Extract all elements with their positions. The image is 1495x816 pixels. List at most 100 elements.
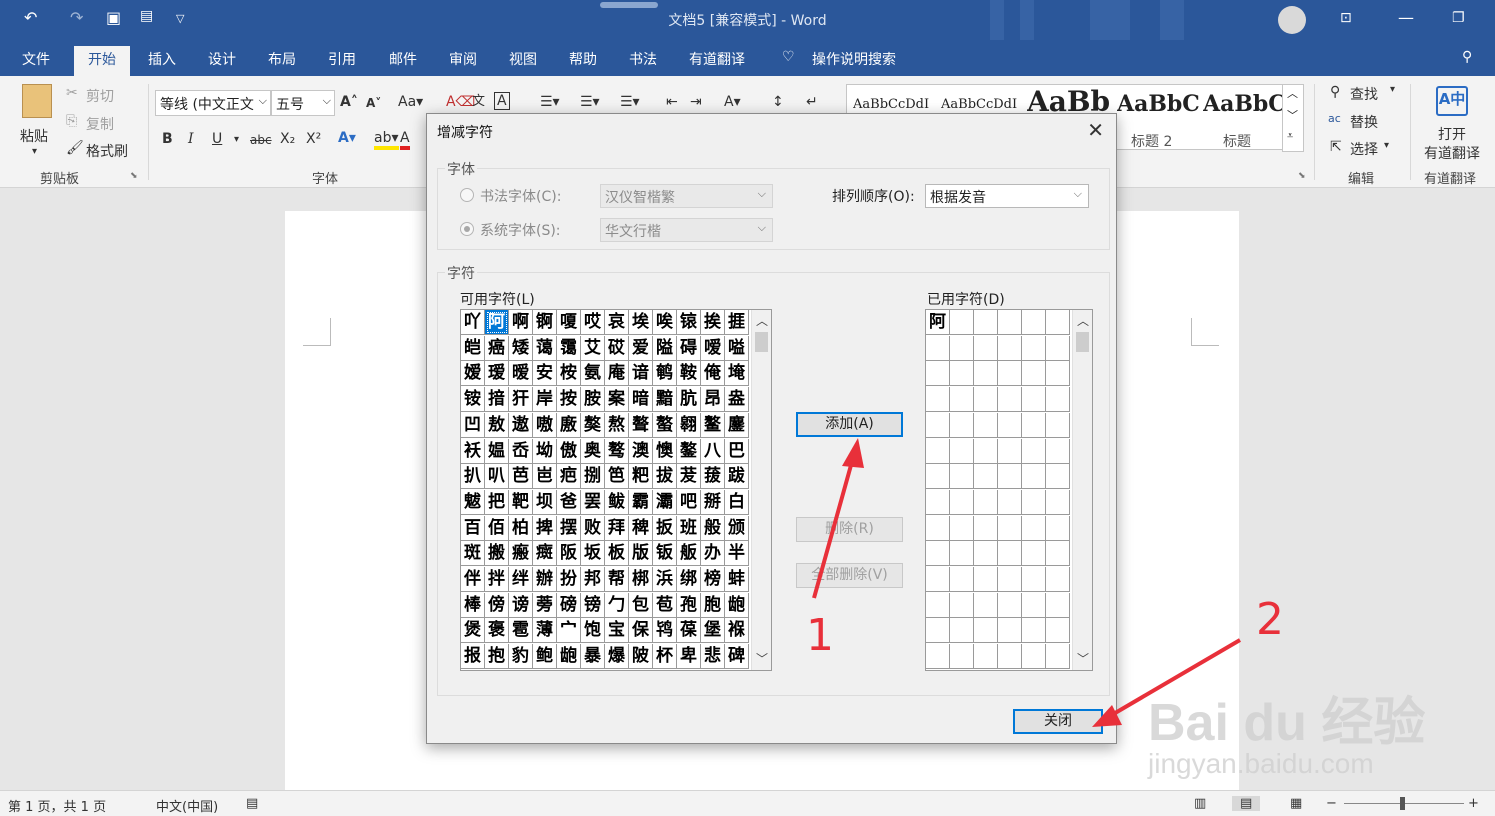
char-cell[interactable]: 敖 <box>485 412 509 438</box>
char-cell[interactable]: 磅 <box>557 592 581 618</box>
char-cell[interactable]: 杯 <box>653 644 677 670</box>
used-char-cell[interactable] <box>926 567 950 592</box>
char-cell[interactable]: 饱 <box>581 618 605 644</box>
char-cell[interactable]: 辦 <box>533 567 557 592</box>
char-cell[interactable]: 袄 <box>461 438 485 464</box>
char-cell[interactable]: 保 <box>629 618 653 644</box>
char-cell[interactable]: 蒡 <box>533 592 557 618</box>
used-char-cell[interactable] <box>950 412 974 438</box>
used-char-cell[interactable] <box>926 618 950 644</box>
change-case-icon[interactable]: Aa▾ <box>398 94 423 110</box>
sort-order-select[interactable]: 根据发音 ⌵ <box>925 184 1089 208</box>
format-painter-icon[interactable]: 🖌 <box>66 140 84 156</box>
used-char-cell[interactable] <box>950 618 974 644</box>
used-char-cell[interactable] <box>950 592 974 618</box>
char-cell[interactable]: 傍 <box>485 592 509 618</box>
used-char-cell[interactable] <box>926 438 950 464</box>
calligraphy-font-select[interactable]: 汉仪智楷繁 ⌵ <box>600 184 773 208</box>
format-painter-button[interactable]: 格式刷 <box>86 141 128 161</box>
show-marks-icon[interactable]: ↵ <box>806 94 818 110</box>
scrollbar-thumb[interactable] <box>1076 332 1089 352</box>
used-char-cell[interactable] <box>1046 541 1070 567</box>
char-cell[interactable]: 挨 <box>701 310 725 335</box>
char-cell[interactable]: 浜 <box>653 567 677 592</box>
char-cell[interactable]: 铵 <box>461 387 485 413</box>
used-char-cell[interactable] <box>1046 412 1070 438</box>
char-cell[interactable]: 阿 <box>485 310 509 335</box>
cut-button[interactable]: 剪切 <box>86 86 114 106</box>
char-cell[interactable]: 澳 <box>629 438 653 464</box>
char-cell[interactable]: 啊 <box>509 310 533 335</box>
zoom-out-icon[interactable]: − <box>1326 796 1337 811</box>
multilevel-list-icon[interactable]: ☰▾ <box>620 94 640 110</box>
used-char-cell[interactable] <box>1046 567 1070 592</box>
char-cell[interactable]: 般 <box>701 515 725 541</box>
char-cell[interactable]: 宀 <box>557 618 581 644</box>
phonetic-guide-icon[interactable]: 文 <box>472 90 485 109</box>
increase-indent-icon[interactable]: ⇥ <box>690 94 702 110</box>
system-font-select[interactable]: 华文行楷 ⌵ <box>600 218 773 242</box>
find-icon[interactable]: ⚲ <box>1330 84 1340 100</box>
char-cell[interactable]: 嗌 <box>725 335 749 361</box>
char-cell[interactable]: 皑 <box>461 335 485 361</box>
char-cell[interactable]: 暴 <box>581 644 605 670</box>
char-cell[interactable]: 绊 <box>509 567 533 592</box>
paste-icon[interactable] <box>22 84 52 118</box>
char-cell[interactable]: 粑 <box>629 464 653 490</box>
minimize-icon[interactable]: — <box>1398 8 1414 27</box>
char-cell[interactable]: 砹 <box>605 335 629 361</box>
char-cell[interactable]: 豹 <box>509 644 533 670</box>
char-cell[interactable]: 瑷 <box>485 361 509 387</box>
char-cell[interactable]: 包 <box>629 592 653 618</box>
char-cell[interactable]: 霭 <box>557 335 581 361</box>
char-cell[interactable]: 龅 <box>725 592 749 618</box>
used-char-cell[interactable] <box>950 387 974 413</box>
grow-font-icon[interactable]: A˄ <box>340 94 358 110</box>
used-char-cell[interactable] <box>998 387 1022 413</box>
copy-icon[interactable]: ⎘ <box>66 113 77 129</box>
used-char-cell[interactable] <box>950 310 974 335</box>
char-cell[interactable]: 伴 <box>461 567 485 592</box>
used-char-cell[interactable] <box>926 489 950 515</box>
char-cell[interactable]: 埯 <box>725 361 749 387</box>
char-cell[interactable]: 扳 <box>653 515 677 541</box>
char-cell[interactable]: 黯 <box>653 387 677 413</box>
used-char-cell[interactable] <box>950 644 974 670</box>
char-cell[interactable]: 捭 <box>533 515 557 541</box>
char-cell[interactable]: 霸 <box>629 489 653 515</box>
char-cell[interactable]: 掰 <box>701 489 725 515</box>
char-cell[interactable]: 疤 <box>557 464 581 490</box>
text-effects-icon[interactable]: A▾ <box>338 130 356 146</box>
used-char-cell[interactable] <box>1022 567 1046 592</box>
chevron-down-icon[interactable]: ﹀ <box>752 650 772 667</box>
used-char-cell[interactable]: 阿 <box>926 310 950 335</box>
used-char-cell[interactable] <box>998 644 1022 670</box>
ribbon-display-icon[interactable]: ⊡ <box>1340 10 1352 26</box>
char-cell[interactable]: 灞 <box>653 489 677 515</box>
char-cell[interactable]: 廒 <box>557 412 581 438</box>
char-cell[interactable]: 岸 <box>533 387 557 413</box>
char-cell[interactable]: 佰 <box>485 515 509 541</box>
chevron-down-icon[interactable]: ﹀ <box>1287 107 1298 123</box>
char-cell[interactable]: 宝 <box>605 618 629 644</box>
used-char-cell[interactable] <box>1046 464 1070 490</box>
used-char-cell[interactable] <box>974 592 998 618</box>
char-cell[interactable]: 爆 <box>605 644 629 670</box>
italic-button[interactable]: I <box>188 131 194 147</box>
char-cell[interactable]: 嗷 <box>533 412 557 438</box>
char-cell[interactable]: 笆 <box>605 464 629 490</box>
styles-scroll[interactable]: ︿ ﹀ ⩡ <box>1282 84 1304 152</box>
used-char-cell[interactable] <box>926 464 950 490</box>
available-chars-grid[interactable]: ︿ ﹀ 吖阿啊锕嗄哎哀埃唉锿挨捱皑癌矮蔼霭艾砹爱隘碍嗳嗌嫒瑷暧安桉氨庵谙鹌鞍俺埯… <box>460 309 772 671</box>
used-char-cell[interactable] <box>1022 310 1046 335</box>
available-scrollbar[interactable]: ︿ ﹀ <box>751 310 771 670</box>
char-cell[interactable]: 鏖 <box>725 412 749 438</box>
char-cell[interactable]: 搬 <box>485 541 509 567</box>
char-cell[interactable]: 嗄 <box>557 310 581 335</box>
add-button[interactable]: 添加(A) <box>796 412 903 437</box>
used-char-cell[interactable] <box>998 541 1022 567</box>
char-cell[interactable]: 办 <box>701 541 725 567</box>
used-char-cell[interactable] <box>998 592 1022 618</box>
used-char-cell[interactable] <box>926 335 950 361</box>
youdao-open-button-line2[interactable]: 有道翻译 <box>1424 143 1480 163</box>
